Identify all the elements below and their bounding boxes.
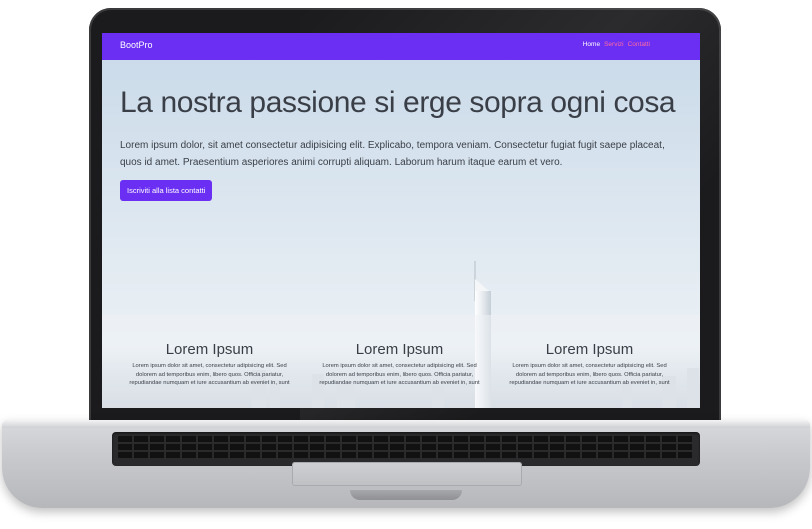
key-row	[118, 444, 694, 450]
nav-links: Home Servizi Contatti	[583, 41, 650, 48]
feature-column: Lorem Ipsum Lorem ipsum dolor sit amet, …	[317, 341, 482, 388]
hero-text: Lorem ipsum dolor, sit amet consectetur …	[120, 140, 665, 168]
trackpad	[292, 462, 522, 486]
feature-column: Lorem Ipsum Lorem ipsum dolor sit amet, …	[507, 341, 672, 388]
navbar: BootPro Home Servizi Contatti	[102, 33, 700, 60]
hero-title: La nostra passione si erge sopra ogni co…	[120, 86, 676, 119]
feature-title: Lorem Ipsum	[545, 341, 634, 358]
navbar-brand[interactable]: BootPro	[120, 40, 153, 50]
nav-link-servizi[interactable]: Servizi	[604, 41, 624, 48]
keyboard	[112, 432, 700, 466]
feature-column: Lorem Ipsum Lorem ipsum dolor sit amet, …	[127, 341, 292, 388]
lid-notch	[350, 490, 462, 500]
laptop-base	[2, 420, 810, 508]
key-row	[118, 452, 694, 458]
feature-text: Lorem ipsum dolor sit amet, consectetur …	[129, 363, 290, 387]
key-row	[118, 436, 694, 442]
feature-title: Lorem Ipsum	[355, 341, 444, 358]
feature-text: Lorem ipsum dolor sit amet, consectetur …	[509, 363, 670, 387]
feature-title: Lorem Ipsum	[165, 341, 254, 358]
laptop-base-rim	[2, 420, 810, 428]
subscribe-button[interactable]: Iscriviti alla lista contatti	[120, 180, 213, 201]
nav-link-home[interactable]: Home	[583, 41, 600, 48]
nav-link-contatti[interactable]: Contatti	[628, 41, 650, 48]
laptop-screen: BootPro Home Servizi Contatti La nostra …	[102, 33, 700, 408]
feature-text: Lorem ipsum dolor sit amet, consectetur …	[319, 363, 480, 387]
